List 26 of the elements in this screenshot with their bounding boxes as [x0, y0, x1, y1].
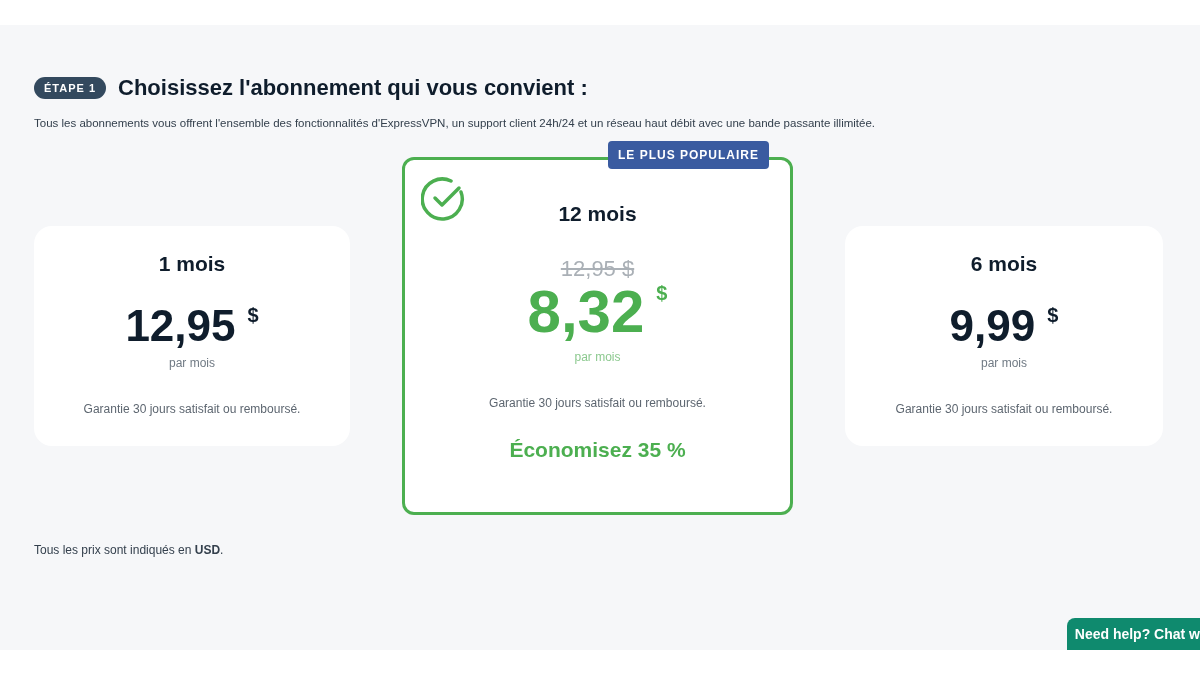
check-circle-icon: [421, 176, 467, 222]
guarantee-text: Garantie 30 jours satisfait ou remboursé.: [83, 402, 301, 416]
savings-text: Économisez 35 %: [509, 438, 686, 462]
description-text: Tous les abonnements vous offrent l'ensemble des fonctionnalités d'ExpressVPN, un support client 24h/24 et un réseau haut débit avec une bande passante illimitée.: [34, 117, 876, 129]
popular-badge: LE PLUS POPULAIRE: [608, 141, 769, 169]
footnote-text: Tous les prix sont indiqués en USD.: [34, 543, 225, 557]
price-period: par mois: [169, 356, 215, 370]
plan-duration: 1 mois: [158, 252, 226, 276]
plan-card[interactable]: 6 mois 9,99 $ par mois Garantie 30 jours satisfait ou remboursé.: [845, 226, 1163, 446]
section-title: Choisissez l'abonnement qui vous convient :: [118, 75, 588, 101]
currency-symbol: $: [247, 304, 259, 327]
price-period: par mois: [981, 356, 1027, 370]
guarantee-text: Garantie 30 jours satisfait ou remboursé.: [895, 402, 1113, 416]
plan-duration: 6 mois: [970, 252, 1038, 276]
price-period: par mois: [574, 350, 621, 364]
plan-duration: 12 mois: [558, 202, 637, 226]
chat-button[interactable]: Need help? Chat w: [1066, 618, 1200, 650]
currency-symbol: $: [1047, 304, 1059, 327]
price: 8,32: [527, 282, 645, 342]
price: 9,99: [949, 304, 1036, 348]
price: 12,95: [125, 304, 236, 348]
step-badge: ÉTAPE 1: [34, 77, 107, 99]
old-price: 12,95 $: [560, 256, 635, 282]
currency-symbol: $: [656, 282, 668, 305]
plan-card[interactable]: 1 mois 12,95 $ par mois Garantie 30 jours satisfait ou remboursé.: [34, 226, 350, 446]
guarantee-text: Garantie 30 jours satisfait ou remboursé.: [489, 396, 706, 410]
